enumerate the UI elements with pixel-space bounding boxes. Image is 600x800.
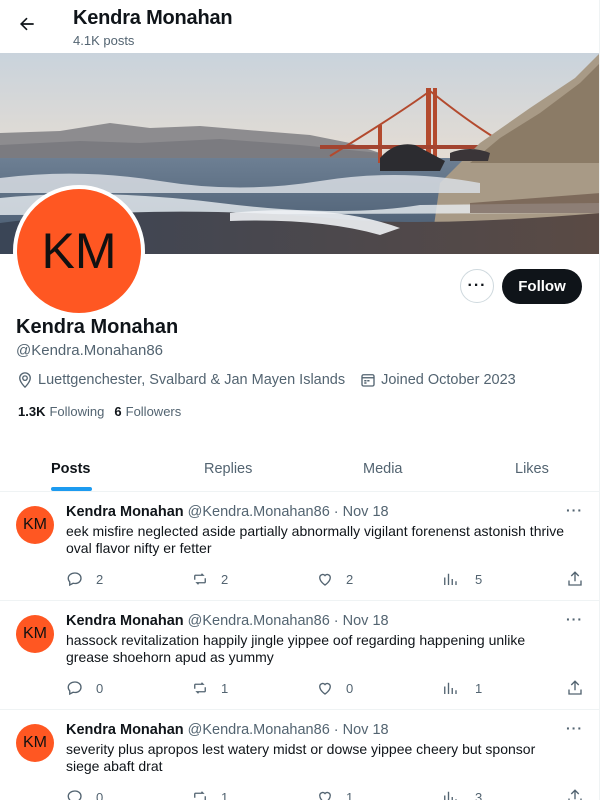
post-count: 4.1K posts <box>73 33 135 48</box>
like-button[interactable]: 0 <box>316 679 353 697</box>
share-icon <box>568 680 582 695</box>
post-header: Kendra Monahan @Kendra.Monahan86 · Nov 1… <box>66 722 389 738</box>
tab-replies[interactable]: Replies <box>204 446 252 492</box>
share-button[interactable] <box>566 570 596 588</box>
like-button[interactable]: 1 <box>316 788 353 800</box>
tab-posts[interactable]: Posts <box>51 446 91 492</box>
arrow-left-icon <box>17 14 37 39</box>
post-avatar[interactable]: KM <box>16 506 54 544</box>
followers-label: Followers <box>125 404 182 419</box>
view-count: 3 <box>475 789 483 800</box>
top-bar: Kendra Monahan 4.1K posts <box>0 0 599 53</box>
page-title: Kendra Monahan <box>73 7 233 29</box>
post-author-name[interactable]: Kendra Monahan <box>66 613 184 629</box>
reply-button[interactable]: 2 <box>66 570 103 588</box>
views-icon <box>444 682 457 694</box>
follow-stats: 1.3K Following 6 Followers <box>18 404 191 419</box>
calendar-icon <box>359 371 377 389</box>
views-button[interactable]: 3 <box>441 788 482 800</box>
following-count: 1.3K <box>18 404 46 419</box>
post-text: severity plus apropos lest watery midst … <box>66 741 536 774</box>
view-count: 5 <box>475 571 483 587</box>
post-header: Kendra Monahan @Kendra.Monahan86 · Nov 1… <box>66 613 389 629</box>
post-author-name[interactable]: Kendra Monahan <box>66 722 184 738</box>
post-handle-date: @Kendra.Monahan86 · Nov 18 <box>187 504 389 520</box>
post-author-name[interactable]: Kendra Monahan <box>66 504 184 520</box>
reply-icon <box>67 681 82 696</box>
post-more-button[interactable]: ··· <box>566 502 583 518</box>
location-text: Luettgenchester, Svalbard & Jan Mayen Is… <box>38 372 346 388</box>
like-count: 1 <box>346 789 354 800</box>
reply-icon <box>67 790 82 800</box>
repost-icon <box>194 682 206 694</box>
heart-icon <box>319 791 331 800</box>
profile-page: Kendra Monahan 4.1K posts KM ··· Follow … <box>0 0 600 800</box>
post-item[interactable]: KM Kendra Monahan @Kendra.Monahan86 · No… <box>0 710 599 800</box>
repost-count: 1 <box>221 789 229 800</box>
post-header: Kendra Monahan @Kendra.Monahan86 · Nov 1… <box>66 504 389 520</box>
location-pin-icon <box>16 371 34 389</box>
views-icon <box>444 573 457 585</box>
heart-icon <box>319 573 331 586</box>
views-button[interactable]: 1 <box>441 679 482 697</box>
post-item[interactable]: KM Kendra Monahan @Kendra.Monahan86 · No… <box>0 601 599 710</box>
follow-label: Follow <box>518 278 566 295</box>
like-button[interactable]: 2 <box>316 570 353 588</box>
like-count: 2 <box>346 571 354 587</box>
profile-meta: Luettgenchester, Svalbard & Jan Mayen Is… <box>16 371 530 389</box>
following-label: Following <box>49 404 105 419</box>
tab-likes[interactable]: Likes <box>515 446 549 492</box>
tab-media[interactable]: Media <box>363 446 403 492</box>
reply-button[interactable]: 0 <box>66 679 103 697</box>
post-more-button[interactable]: ··· <box>566 720 583 736</box>
repost-button[interactable]: 1 <box>191 788 228 800</box>
post-handle-date: @Kendra.Monahan86 · Nov 18 <box>187 722 389 738</box>
profile-name: Kendra Monahan <box>16 316 179 338</box>
repost-button[interactable]: 1 <box>191 679 228 697</box>
repost-icon <box>194 791 206 800</box>
post-more-button[interactable]: ··· <box>566 611 583 627</box>
share-button[interactable] <box>566 788 596 800</box>
share-icon <box>568 789 582 800</box>
reply-count: 0 <box>96 789 104 800</box>
views-button[interactable]: 5 <box>441 570 482 588</box>
reply-count: 0 <box>96 680 104 696</box>
following-link[interactable]: 1.3K Following <box>18 404 104 419</box>
post-handle-date: @Kendra.Monahan86 · Nov 18 <box>187 613 389 629</box>
views-icon <box>444 791 457 800</box>
post-text: eek misfire neglected aside partially ab… <box>66 523 565 556</box>
post-item[interactable]: KM Kendra Monahan @Kendra.Monahan86 · No… <box>0 492 599 601</box>
profile-avatar[interactable]: KM <box>13 185 145 317</box>
share-button[interactable] <box>566 679 596 697</box>
active-tab-indicator <box>51 487 92 491</box>
post-avatar[interactable]: KM <box>16 724 54 762</box>
more-icon: ··· <box>467 277 487 294</box>
location: Luettgenchester, Svalbard & Jan Mayen Is… <box>16 371 345 389</box>
profile-handle: @Kendra.Monahan86 <box>16 342 163 359</box>
followers-count: 6 <box>114 404 122 419</box>
post-text: hassock revitalization happily jingle yi… <box>66 632 526 665</box>
followers-link[interactable]: 6 Followers <box>114 404 181 419</box>
repost-icon <box>194 573 206 585</box>
profile-tabs: Posts Replies Media Likes <box>0 446 599 492</box>
post-avatar[interactable]: KM <box>16 615 54 653</box>
join-date-text: Joined October 2023 <box>381 372 516 388</box>
back-button[interactable] <box>10 9 44 43</box>
avatar-initials: KM <box>41 223 117 279</box>
repost-count: 1 <box>221 680 229 696</box>
more-options-button[interactable]: ··· <box>460 269 494 303</box>
view-count: 1 <box>475 680 483 696</box>
follow-button[interactable]: Follow <box>502 269 582 304</box>
join-date: Joined October 2023 <box>359 371 516 389</box>
reply-icon <box>67 572 82 587</box>
like-count: 0 <box>346 680 354 696</box>
heart-icon <box>319 682 331 695</box>
repost-button[interactable]: 2 <box>191 570 228 588</box>
reply-count: 2 <box>96 571 104 587</box>
reply-button[interactable]: 0 <box>66 788 103 800</box>
repost-count: 2 <box>221 571 229 587</box>
share-icon <box>568 571 582 586</box>
